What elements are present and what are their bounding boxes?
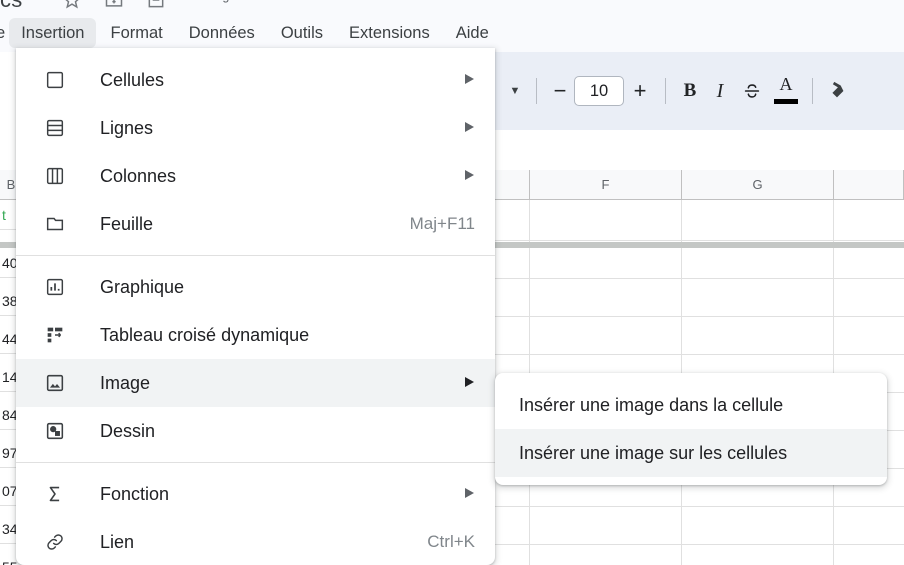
fill-color-icon[interactable] — [822, 74, 852, 108]
menu-item-label: Lien — [100, 531, 135, 552]
submenu-item-image-in-cell[interactable]: Insérer une image dans la cellule — [495, 381, 887, 429]
menu-extensions[interactable]: Extensions — [337, 18, 442, 48]
menu-item-image[interactable]: Image — [16, 359, 495, 407]
menu-item-label: Lignes — [100, 117, 154, 138]
menu-bar: e Insertion Format Données Outils Extensions A… — [0, 14, 904, 52]
menu-item-label: Dessin — [100, 420, 156, 441]
menu-item-lignes[interactable]: Lignes — [16, 104, 495, 152]
menu-aide[interactable]: Aide — [444, 18, 501, 48]
toolbar-separator — [536, 78, 537, 104]
menu-item-cellules[interactable]: Cellules — [16, 56, 495, 104]
submenu-arrow-icon — [464, 376, 475, 390]
font-dropdown-caret-icon[interactable]: ▼ — [503, 74, 527, 108]
strikethrough-button[interactable] — [735, 74, 769, 108]
menu-item-label: Image — [100, 372, 151, 393]
cells-icon — [44, 69, 70, 91]
submenu-arrow-icon — [464, 169, 475, 183]
menu-item-fonction[interactable]: Fonction — [16, 470, 495, 518]
sigma-icon — [44, 483, 70, 505]
column-header-e-partial[interactable] — [495, 170, 530, 200]
font-size-input[interactable]: 10 — [574, 76, 624, 106]
sheet-icon — [44, 213, 70, 235]
menu-item-feuille[interactable]: Feuille Maj+F11 — [16, 200, 495, 248]
chart-icon — [44, 276, 70, 298]
menu-affichage-partial[interactable]: e — [0, 18, 7, 48]
columns-icon — [44, 165, 70, 187]
column-header-row: F G — [495, 170, 904, 200]
version-history-icon[interactable] — [146, 0, 166, 15]
bold-button[interactable]: B — [675, 74, 705, 108]
menu-item-tableau-croise-dynamique[interactable]: Tableau croisé dynamique — [16, 311, 495, 359]
gridline-horizontal — [495, 316, 904, 317]
toolbar-separator — [812, 78, 813, 104]
submenu-arrow-icon — [464, 121, 475, 135]
menu-item-dessin[interactable]: Dessin — [16, 407, 495, 455]
rows-icon — [44, 117, 70, 139]
italic-button[interactable]: I — [705, 74, 735, 108]
menu-item-label: Graphique — [100, 276, 185, 297]
menu-item-label: Fonction — [100, 483, 170, 504]
frozen-row-divider[interactable] — [495, 242, 904, 248]
gridline-horizontal — [495, 278, 904, 279]
decrease-font-size-button[interactable]: − — [546, 74, 574, 108]
menu-item-shortcut: Maj+F11 — [409, 214, 475, 233]
submenu-arrow-icon — [464, 487, 475, 501]
spreadsheet-app-window: B t40384414849707345593 F G cs — [0, 0, 904, 565]
menu-item-label: Colonnes — [100, 165, 177, 186]
gridline-horizontal — [495, 544, 904, 545]
menu-item-label: Feuille — [100, 213, 154, 234]
menu-item-lien[interactable]: Lien Ctrl+K — [16, 518, 495, 565]
gridline-horizontal — [495, 506, 904, 507]
submenu-arrow-icon — [464, 73, 475, 87]
move-to-folder-icon[interactable] — [104, 0, 124, 15]
menu-format[interactable]: Format — [98, 18, 174, 48]
gridline-horizontal — [495, 240, 904, 241]
menu-outils[interactable]: Outils — [269, 18, 335, 48]
text-color-swatch: A — [773, 74, 799, 106]
text-color-button[interactable]: A — [769, 74, 803, 108]
image-submenu: Insérer une image dans la cellule Insérer… — [495, 373, 887, 485]
menu-separator — [16, 255, 495, 256]
menu-item-shortcut: Ctrl+K — [427, 532, 475, 551]
formatting-toolbar: ▼ − 10 + B I A — [495, 52, 904, 130]
drawing-icon — [44, 420, 70, 442]
star-icon[interactable] — [62, 0, 82, 15]
document-top-bar: cs Enregistré dans Drive — [0, 0, 904, 14]
submenu-item-image-over-cells[interactable]: Insérer une image sur les cellules — [495, 429, 887, 477]
column-header-h[interactable] — [834, 170, 904, 200]
gridline-horizontal — [495, 354, 904, 355]
insertion-dropdown-menu: Cellules Lignes Colonnes Feuille Maj+F11 Grap… — [16, 48, 495, 565]
image-icon — [44, 372, 70, 394]
pivot-table-icon — [44, 324, 70, 346]
spreadsheet-grid[interactable]: F G — [495, 130, 904, 565]
toolbar-separator — [665, 78, 666, 104]
menu-item-label: Tableau croisé dynamique — [100, 324, 310, 345]
increase-font-size-button[interactable]: + — [624, 74, 656, 108]
document-title[interactable]: cs — [0, 0, 22, 13]
menu-insertion[interactable]: Insertion — [9, 18, 97, 48]
menu-item-colonnes[interactable]: Colonnes — [16, 152, 495, 200]
letter-a-icon: A — [779, 74, 793, 94]
chevron-down-icon: ▼ — [509, 85, 521, 97]
menu-item-graphique[interactable]: Graphique — [16, 263, 495, 311]
saved-status-label: Enregistré dans Drive — [196, 0, 316, 3]
link-icon — [44, 531, 70, 553]
menu-item-label: Cellules — [100, 69, 165, 90]
menu-donnees[interactable]: Données — [177, 18, 267, 48]
column-header-g[interactable]: G — [682, 170, 834, 200]
menu-separator — [16, 462, 495, 463]
column-header-f[interactable]: F — [530, 170, 682, 200]
